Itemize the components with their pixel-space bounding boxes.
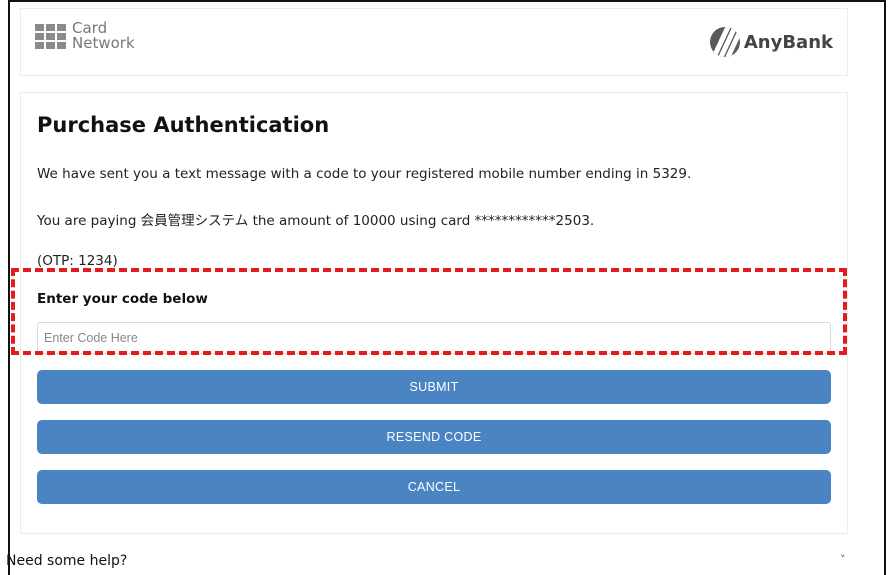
otp-hint-text: (OTP: 1234) <box>37 253 118 269</box>
card-network-logo-text: Card Network <box>72 21 135 51</box>
card-network-logo-line2: Network <box>72 34 135 52</box>
chevron-down-icon[interactable]: ˅ <box>840 553 846 566</box>
anybank-logo-text: AnyBank <box>743 31 833 53</box>
resend-code-button[interactable]: RESEND CODE <box>37 420 831 454</box>
anybank-logo-icon <box>709 27 740 57</box>
payment-info-text: You are paying 会員管理システム the amount of 10… <box>37 213 595 229</box>
cancel-button[interactable]: CANCEL <box>37 470 831 504</box>
card-network-logo-icon <box>35 23 66 49</box>
submit-button[interactable]: SUBMIT <box>37 370 831 404</box>
code-input[interactable] <box>37 322 831 354</box>
card-network-logo: Card Network <box>35 21 135 51</box>
page-title: Purchase Authentication <box>37 113 330 137</box>
code-field-label: Enter your code below <box>37 291 208 307</box>
help-link[interactable]: Need some help? <box>6 553 127 569</box>
header: Card Network AnyBank <box>20 8 848 76</box>
anybank-logo: AnyBank <box>709 27 833 57</box>
authentication-card: Purchase Authentication We have sent you… <box>20 92 848 534</box>
message-sent-text: We have sent you a text message with a c… <box>37 166 692 182</box>
